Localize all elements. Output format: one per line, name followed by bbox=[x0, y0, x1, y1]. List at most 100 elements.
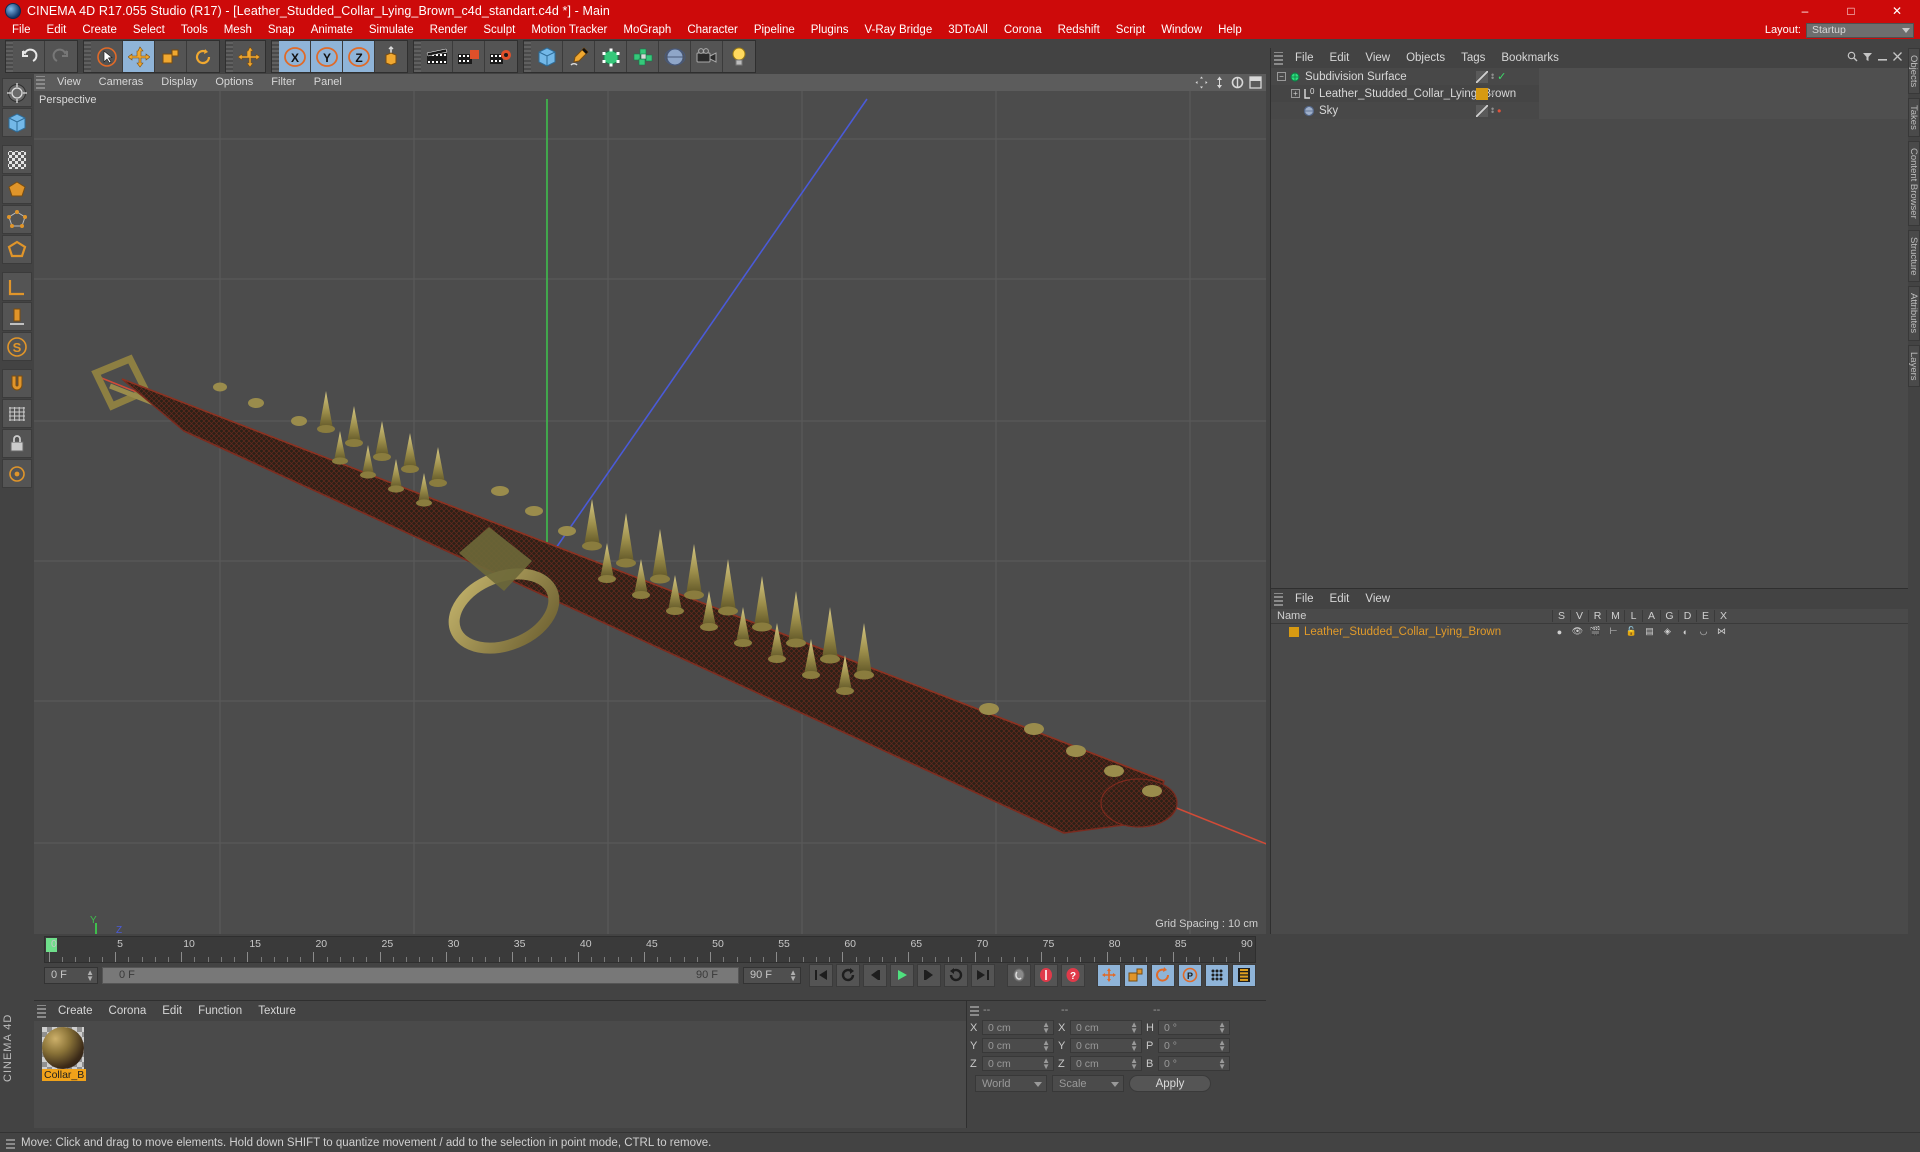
close-panel-icon[interactable] bbox=[1892, 49, 1903, 67]
material-list[interactable]: Collar_B bbox=[34, 1021, 966, 1128]
coordinate-mode-dropdown[interactable]: Scale bbox=[1052, 1075, 1124, 1092]
toolbar-grip-icon[interactable] bbox=[524, 41, 531, 72]
viewport-menu-display[interactable]: Display bbox=[152, 74, 206, 91]
layer-toggle-x[interactable]: ⋈ bbox=[1714, 626, 1729, 637]
expander-toggle[interactable]: + bbox=[1291, 89, 1300, 98]
viewport-menu-cameras[interactable]: Cameras bbox=[90, 74, 153, 91]
rotation-key-button[interactable] bbox=[1151, 963, 1175, 987]
size-y-field[interactable]: 0 cm ▲ ▼ bbox=[1070, 1038, 1142, 1053]
rotation-h-field[interactable]: 0 ° ▲ ▼ bbox=[1158, 1020, 1230, 1035]
panel-grip-icon[interactable] bbox=[970, 1004, 979, 1016]
dock-tab-structure[interactable]: Structure bbox=[1908, 229, 1920, 283]
keyframe-selection-button[interactable]: ? bbox=[1061, 963, 1085, 987]
layer-toggle-d[interactable]: ◐ bbox=[1678, 627, 1693, 637]
minimize-panel-icon[interactable] bbox=[1877, 49, 1888, 67]
toolbar-grip-icon[interactable] bbox=[414, 41, 421, 72]
scale-key-button[interactable] bbox=[1124, 963, 1148, 987]
spinner-icon[interactable]: ▲ ▼ bbox=[1130, 1057, 1138, 1071]
pan-view-icon[interactable] bbox=[1195, 76, 1208, 89]
panel-grip-icon[interactable] bbox=[6, 1136, 15, 1149]
dock-tab-content-browser[interactable]: Content Browser bbox=[1908, 141, 1920, 226]
search-icon[interactable] bbox=[1847, 49, 1858, 67]
object-row[interactable]: Sky • • • bbox=[1271, 102, 1908, 119]
menu-item-plugins[interactable]: Plugins bbox=[803, 21, 857, 39]
om-menu-tags[interactable]: Tags bbox=[1453, 48, 1493, 68]
edge-mode-icon[interactable] bbox=[2, 235, 32, 264]
select-tool-icon[interactable] bbox=[91, 41, 123, 72]
close-button[interactable]: ✕ bbox=[1874, 0, 1920, 21]
maximize-button[interactable]: □ bbox=[1828, 0, 1874, 21]
position-x-field[interactable]: 0 cm ▲ ▼ bbox=[982, 1020, 1054, 1035]
viewport-solo-icon[interactable]: S bbox=[2, 332, 32, 361]
menu-item-sculpt[interactable]: Sculpt bbox=[475, 21, 523, 39]
layer-toggle-l[interactable]: 🔓 bbox=[1624, 626, 1639, 637]
object-tree[interactable]: − Subdivision Surface • • ✓ +0 Leather_Studded… bbox=[1271, 68, 1908, 588]
material-swatch[interactable] bbox=[42, 1027, 84, 1069]
om-menu-objects[interactable]: Objects bbox=[1398, 48, 1453, 68]
lm-menu-edit[interactable]: Edit bbox=[1322, 589, 1358, 609]
layer-toggle-g[interactable]: ◈ bbox=[1660, 626, 1675, 637]
toolbar-grip-icon[interactable] bbox=[226, 41, 233, 72]
next-frame-button[interactable] bbox=[917, 963, 941, 987]
add-cube-icon[interactable] bbox=[531, 41, 563, 72]
move-axis-icon[interactable] bbox=[233, 41, 265, 72]
mat-menu-function[interactable]: Function bbox=[190, 1001, 250, 1021]
size-z-field[interactable]: 0 cm ▲ ▼ bbox=[1070, 1056, 1142, 1071]
menu-item-create[interactable]: Create bbox=[74, 21, 125, 39]
object-row[interactable]: − Subdivision Surface • • ✓ bbox=[1271, 68, 1908, 85]
menu-item-corona[interactable]: Corona bbox=[996, 21, 1050, 39]
dock-tab-objects[interactable]: Objects bbox=[1908, 48, 1920, 95]
minimize-button[interactable]: – bbox=[1782, 0, 1828, 21]
timeline-ruler[interactable]: 0 5 10 15 20 25 30 35 40 45 50 55 60 65 70 75 80 85 90 bbox=[44, 936, 1256, 963]
enable-axis-icon[interactable] bbox=[2, 302, 32, 331]
menu-item-window[interactable]: Window bbox=[1153, 21, 1210, 39]
rotate-tool-icon[interactable] bbox=[187, 41, 219, 72]
menu-item-render[interactable]: Render bbox=[422, 21, 476, 39]
spinner-icon[interactable]: ▲ ▼ bbox=[1042, 1021, 1050, 1035]
spinner-icon[interactable]: ▲ ▼ bbox=[1218, 1021, 1226, 1035]
visibility-dots-icon[interactable]: • • bbox=[1491, 87, 1494, 99]
position-key-button[interactable] bbox=[1097, 963, 1121, 987]
lock-y-axis-icon[interactable]: Y bbox=[311, 41, 343, 72]
maximize-view-icon[interactable] bbox=[1249, 76, 1262, 89]
layer-column-l[interactable]: L bbox=[1624, 610, 1642, 622]
mat-menu-create[interactable]: Create bbox=[50, 1001, 101, 1021]
add-light-icon[interactable] bbox=[723, 41, 755, 72]
om-menu-file[interactable]: File bbox=[1287, 48, 1322, 68]
scale-tool-icon[interactable] bbox=[155, 41, 187, 72]
menu-item-snap[interactable]: Snap bbox=[260, 21, 303, 39]
position-z-field[interactable]: 0 cm ▲ ▼ bbox=[982, 1056, 1054, 1071]
dock-tab-attributes[interactable]: Attributes bbox=[1908, 286, 1920, 341]
layer-toggle-m[interactable]: ⊢ bbox=[1606, 626, 1621, 637]
menu-item-mesh[interactable]: Mesh bbox=[216, 21, 260, 39]
spinner-icon[interactable]: ▲ ▼ bbox=[1218, 1057, 1226, 1071]
polygon-mode-icon[interactable] bbox=[2, 175, 32, 204]
lock-x-axis-icon[interactable]: X bbox=[279, 41, 311, 72]
menu-item-motion-tracker[interactable]: Motion Tracker bbox=[523, 21, 615, 39]
viewport-menu-filter[interactable]: Filter bbox=[262, 74, 304, 91]
viewport-3d[interactable]: Perspective Y Z Grid Spacing: 10 cm bbox=[34, 91, 1266, 934]
menu-item-v-ray-bridge[interactable]: V-Ray Bridge bbox=[856, 21, 940, 39]
menu-item-file[interactable]: File bbox=[4, 21, 39, 39]
spinner-icon[interactable]: ▲ ▼ bbox=[86, 968, 94, 982]
timeline-button[interactable] bbox=[1232, 963, 1256, 987]
layer-toggle-a[interactable]: ▤ bbox=[1642, 626, 1657, 637]
lock-workplane-icon[interactable] bbox=[2, 429, 32, 458]
spinner-icon[interactable]: ▲ ▼ bbox=[1042, 1039, 1050, 1053]
viewport-menu-options[interactable]: Options bbox=[206, 74, 262, 91]
lock-z-axis-icon[interactable]: Z bbox=[343, 41, 375, 72]
point-mode-icon[interactable] bbox=[2, 205, 32, 234]
apply-button[interactable]: Apply bbox=[1129, 1075, 1211, 1092]
workplane-icon[interactable] bbox=[2, 399, 32, 428]
layer-column-v[interactable]: V bbox=[1570, 610, 1588, 622]
layer-list[interactable]: Leather_Studded_Collar_Lying_Brown ● 👁 🎬 ⊢ 🔓 ▤… bbox=[1271, 624, 1908, 934]
menu-item-help[interactable]: Help bbox=[1210, 21, 1250, 39]
render-view-icon[interactable] bbox=[421, 41, 453, 72]
layer-toggle-s[interactable]: ● bbox=[1552, 627, 1567, 637]
size-x-field[interactable]: 0 cm ▲ ▼ bbox=[1070, 1020, 1142, 1035]
panel-grip-icon[interactable] bbox=[1274, 51, 1283, 65]
dock-tab-layers[interactable]: Layers bbox=[1908, 344, 1920, 388]
end-frame-field[interactable]: 90 F ▲ ▼ bbox=[743, 966, 801, 984]
layer-column-r[interactable]: R bbox=[1588, 610, 1606, 622]
om-menu-edit[interactable]: Edit bbox=[1322, 48, 1358, 68]
